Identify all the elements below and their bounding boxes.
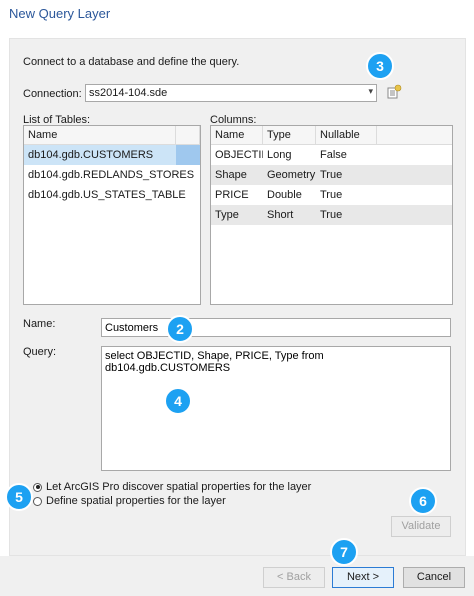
validate-button[interactable]: Validate <box>391 516 451 537</box>
columns-header-name[interactable]: Name <box>211 126 263 145</box>
table-row[interactable]: Type Short True <box>211 205 452 225</box>
callout-badge-6: 6 <box>409 487 437 515</box>
cancel-button[interactable]: Cancel <box>403 567 465 588</box>
table-row[interactable]: Shape Geometry True <box>211 165 452 185</box>
table-row-redlands-stores[interactable]: db104.gdb.REDLANDS_STORES <box>24 165 200 185</box>
define-spatial-label: Define spatial properties for the layer <box>46 495 226 507</box>
column-name: OBJECTID <box>215 149 263 161</box>
table-name: db104.gdb.US_STATES_TABLE <box>28 189 186 201</box>
column-type: Long <box>267 149 292 161</box>
discover-spatial-label: Let ArcGIS Pro discover spatial properti… <box>46 481 312 493</box>
discover-spatial-option[interactable]: Let ArcGIS Pro discover spatial properti… <box>33 480 311 494</box>
columns-grid[interactable]: Name Type Nullable OBJECTID Long False S… <box>210 125 453 305</box>
column-name: PRICE <box>215 189 249 201</box>
column-name: Shape <box>215 169 247 181</box>
column-type: Double <box>267 189 302 201</box>
title-bar: New Query Layer <box>0 0 474 26</box>
columns-header-type[interactable]: Type <box>263 126 316 145</box>
connection-label: Connection: <box>23 88 82 100</box>
table-row-customers[interactable]: db104.gdb.CUSTOMERS <box>24 145 200 165</box>
name-field[interactable] <box>101 318 451 337</box>
callout-badge-7: 7 <box>330 538 358 566</box>
window-title: New Query Layer <box>9 6 111 21</box>
query-field[interactable]: select OBJECTID, Shape, PRICE, Type from… <box>101 346 451 471</box>
column-name: Type <box>215 209 239 221</box>
new-connection-icon[interactable] <box>386 84 402 102</box>
connection-dropdown[interactable]: ss2014-104.sde ▾ <box>85 84 377 102</box>
connection-value: ss2014-104.sde <box>89 87 168 99</box>
tables-list[interactable]: Name db104.gdb.CUSTOMERS db104.gdb.REDLA… <box>23 125 201 305</box>
define-spatial-option[interactable]: Define spatial properties for the layer <box>33 494 226 508</box>
name-label: Name: <box>23 318 56 330</box>
query-label: Query: <box>23 346 57 358</box>
table-row-us-states-table[interactable]: db104.gdb.US_STATES_TABLE <box>24 185 200 205</box>
callout-badge-3: 3 <box>366 52 394 80</box>
radio-button[interactable] <box>33 482 42 492</box>
callout-badge-5: 5 <box>5 483 33 511</box>
column-nullable: True <box>320 209 343 221</box>
table-name: db104.gdb.CUSTOMERS <box>28 149 154 161</box>
chevron-down-icon: ▾ <box>368 86 373 96</box>
columns-header-nullable[interactable]: Nullable <box>316 126 377 145</box>
table-row[interactable]: OBJECTID Long False <box>211 145 452 165</box>
column-type: Geometry <box>267 169 316 181</box>
table-name: db104.gdb.REDLANDS_STORES <box>28 169 195 181</box>
next-button[interactable]: Next > <box>332 567 394 588</box>
tables-header-extra <box>176 126 200 145</box>
row-selection-marker <box>176 145 200 165</box>
column-type: Short <box>267 209 294 221</box>
column-nullable: True <box>320 169 343 181</box>
intro-text: Connect to a database and define the que… <box>23 56 240 68</box>
back-button[interactable]: < Back <box>263 567 325 588</box>
callout-badge-4: 4 <box>164 387 192 415</box>
callout-badge-2: 2 <box>166 315 194 343</box>
column-nullable: False <box>320 149 347 161</box>
tables-header-name[interactable]: Name <box>24 126 176 145</box>
column-nullable: True <box>320 189 343 201</box>
columns-header-extra <box>377 126 452 145</box>
radio-button[interactable] <box>33 496 42 506</box>
table-row[interactable]: PRICE Double True <box>211 185 452 205</box>
